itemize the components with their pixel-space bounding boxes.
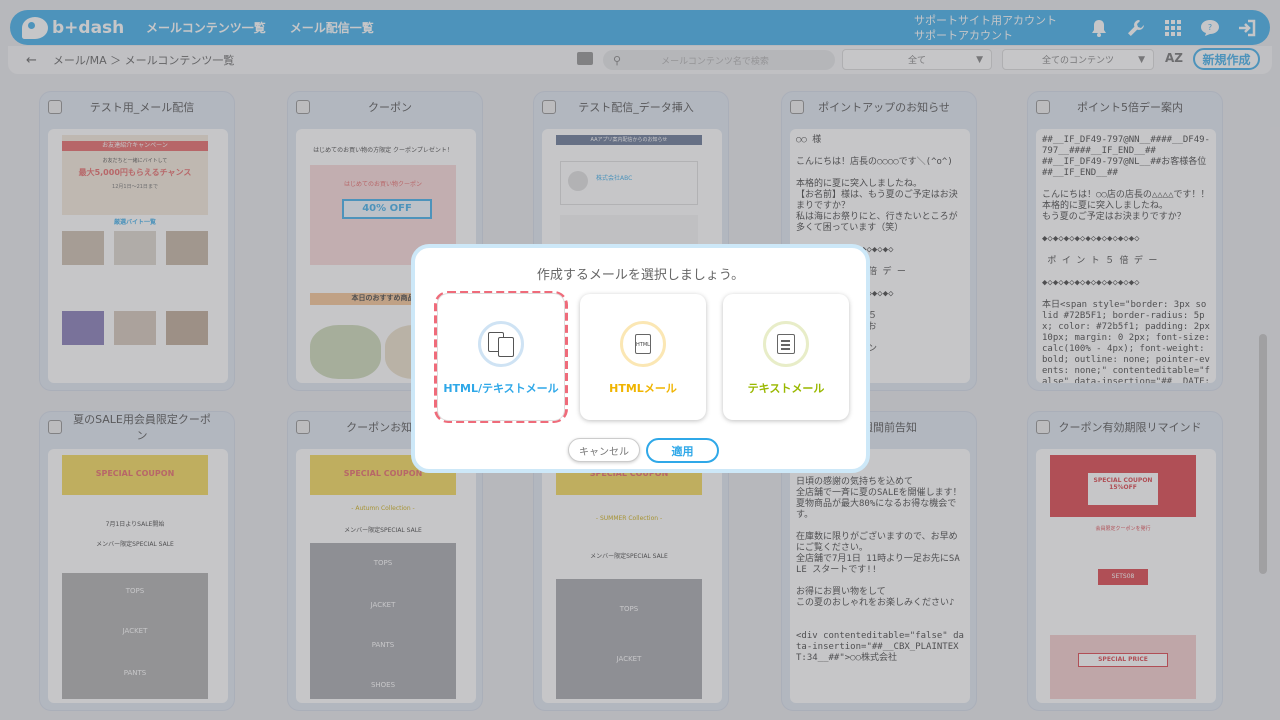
html-mail-icon: HTML [620,321,666,367]
option-label: HTMLメール [609,382,677,395]
option-label: HTML/テキストメール [443,382,559,395]
cancel-button[interactable]: キャンセル [568,438,640,462]
option-html-mail[interactable]: HTML HTMLメール [580,294,706,420]
option-text-mail[interactable]: テキストメール [723,294,849,420]
mail-type-dialog: 作成するメールを選択しましょう。 HTML/テキストメール HTML HTMLメ… [411,244,870,473]
apply-button[interactable]: 適用 [646,438,719,463]
html-text-mail-icon [478,321,524,367]
option-label: テキストメール [747,382,825,395]
option-html-text-mail[interactable]: HTML/テキストメール [438,294,564,420]
text-mail-icon [763,321,809,367]
dialog-title: 作成するメールを選択しましょう。 [536,268,745,283]
